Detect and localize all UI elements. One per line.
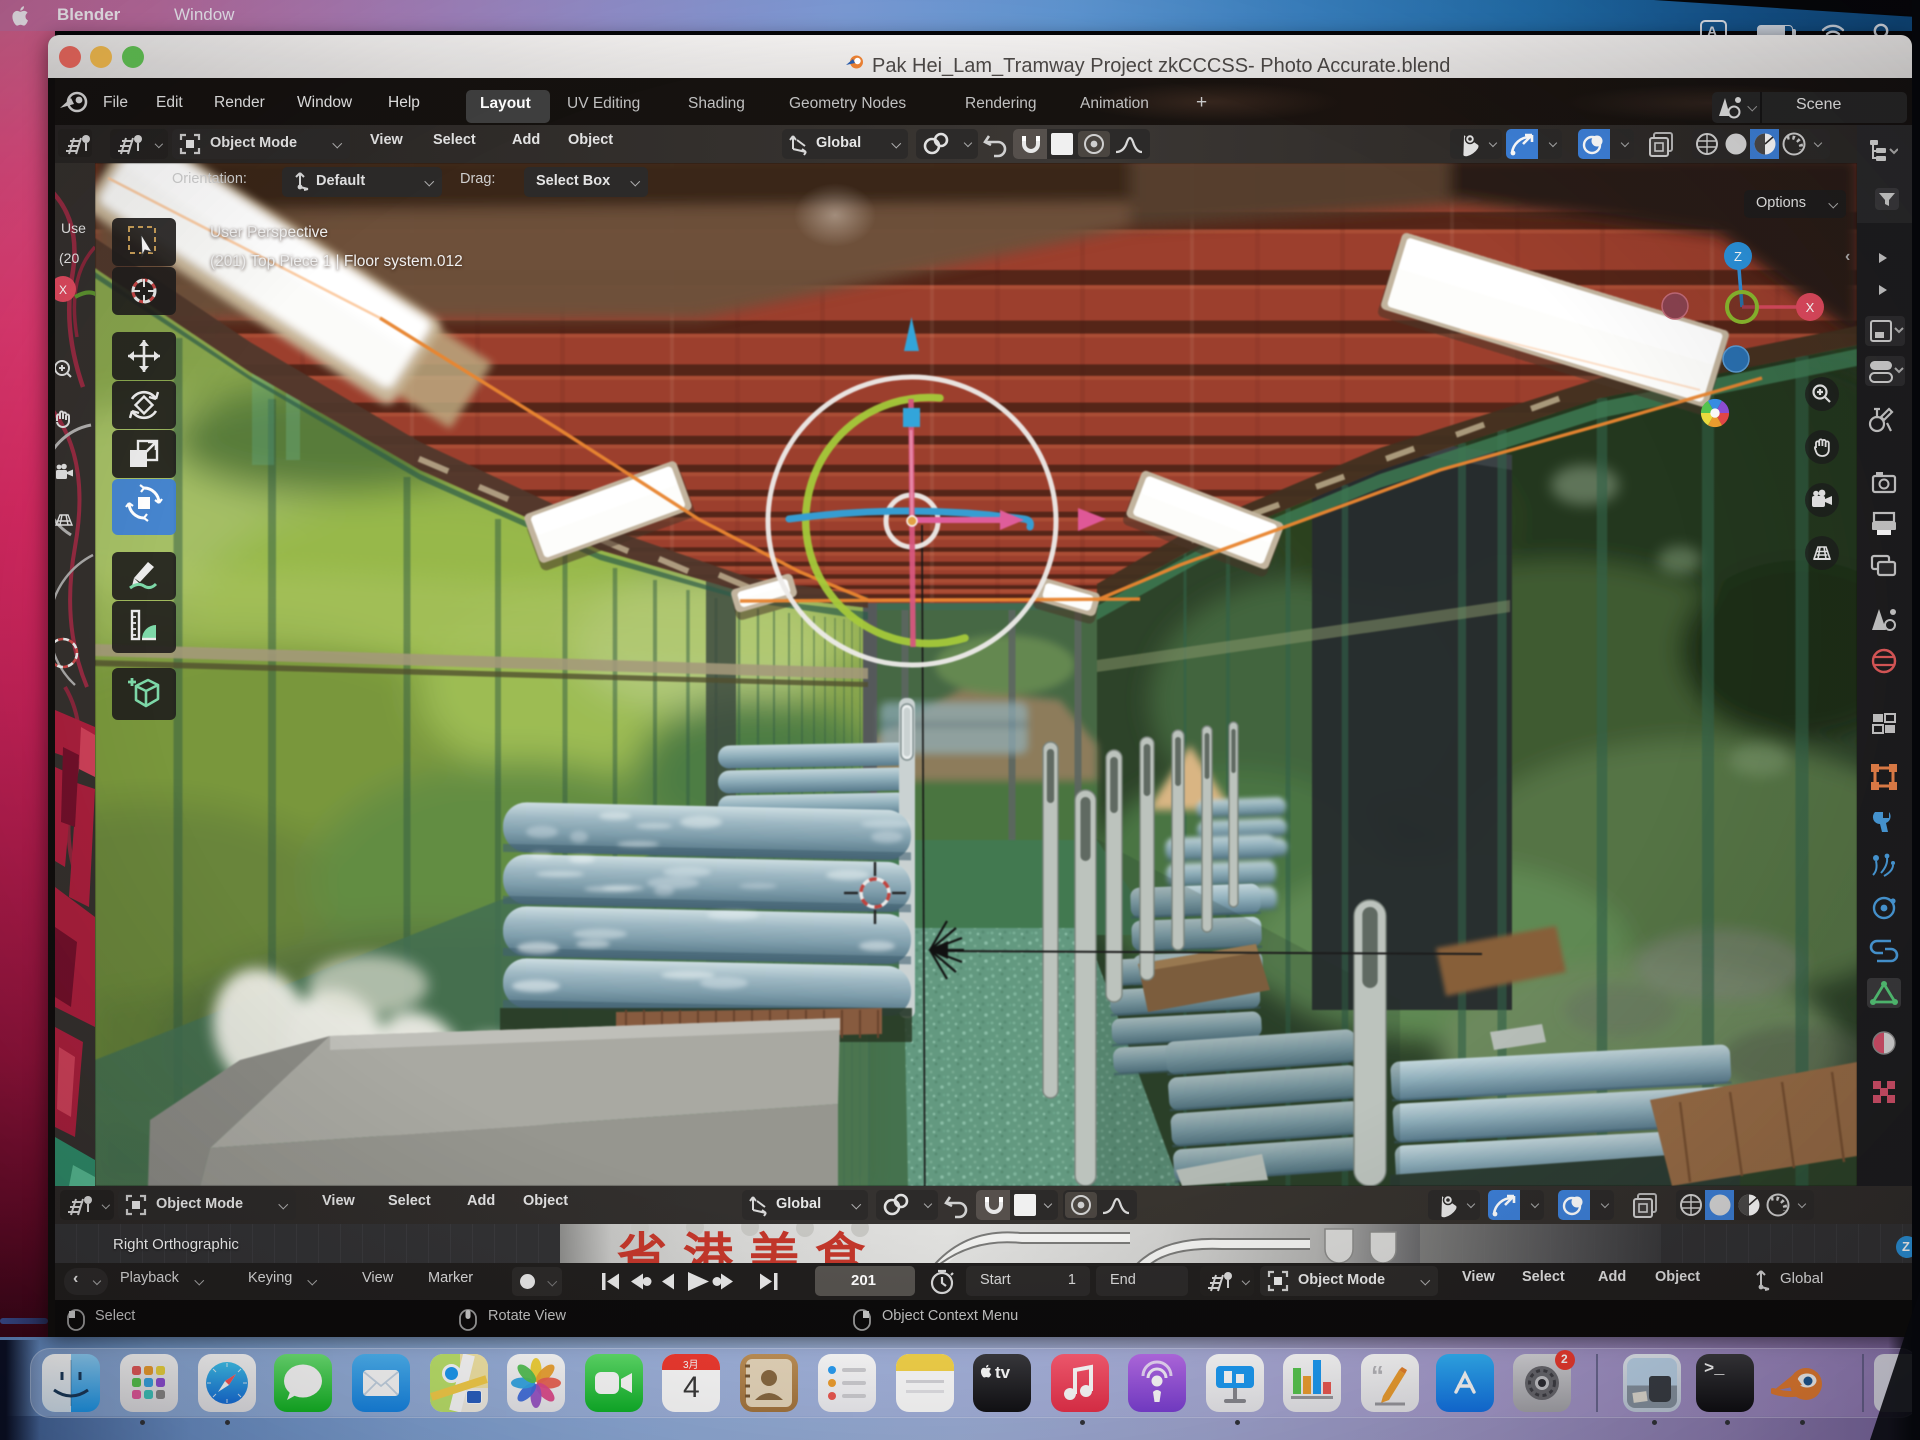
svg-text:X: X [59, 283, 67, 297]
svg-text:Use: Use [61, 220, 86, 236]
svg-text:(20: (20 [59, 250, 79, 266]
svg-text:X: X [1806, 300, 1815, 315]
svg-text:tv: tv [995, 1363, 1011, 1382]
svg-text:Z: Z [1734, 249, 1742, 264]
